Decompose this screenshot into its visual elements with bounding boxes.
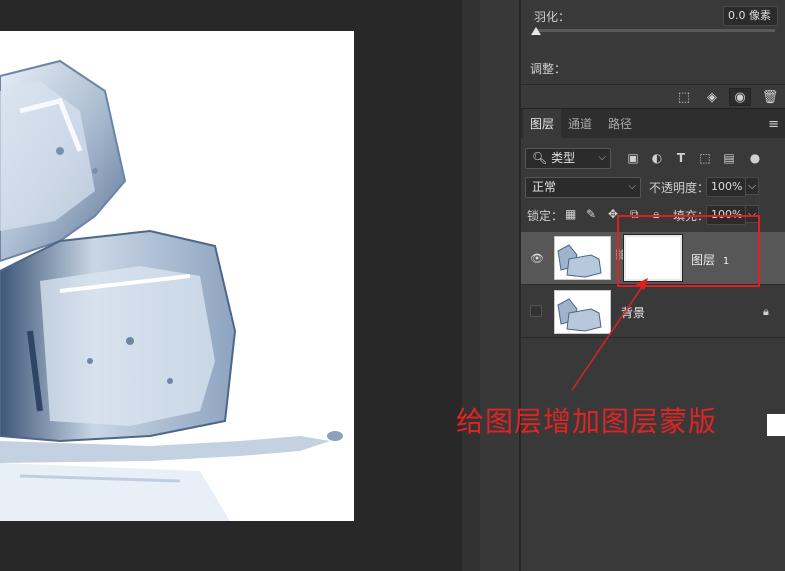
blend-mode-value: 正常 [532,180,557,194]
document-canvas[interactable] [0,31,354,521]
annotation-text: 给图层增加图层蒙版 [456,405,718,438]
panel-dock-gutter [480,0,520,571]
smart-object-filter-icon[interactable]: ▤ [721,150,737,166]
visibility-eye-icon[interactable]: 👁︎ [530,252,544,266]
feather-label: 羽化： [534,10,571,24]
layer-filter-select[interactable]: 🔍︎ 类型 ⌵ [525,148,611,169]
search-icon: 🔍︎ [532,151,548,165]
opacity-input[interactable]: 100% [706,177,746,197]
trash-icon[interactable]: 🗑 [759,88,781,106]
annotation-arrow [571,278,648,391]
feather-input[interactable]: 0.0 像素 [723,6,778,26]
tab-paths[interactable]: 路径 [601,109,639,139]
chevron-down-icon: ⌵ [628,181,636,192]
blend-mode-select[interactable]: 正常 ⌵ [525,177,641,198]
type-filter-icon[interactable]: T [673,150,689,166]
shape-filter-icon[interactable]: ⬚ [697,150,713,166]
pixel-filter-icon[interactable]: ▣ [625,150,641,166]
filter-toggle-icon[interactable]: ● [747,150,763,166]
lock-paint-icon[interactable]: ✎ [586,207,596,221]
panel-menu-icon[interactable]: ≡ [768,117,779,132]
adjustment-filter-icon[interactable]: ◐ [649,150,665,166]
feather-slider-thumb[interactable] [531,27,541,35]
canvas-scroll-gutter [462,0,480,571]
selection-icon[interactable]: ⬚ [673,88,695,106]
visibility-icon[interactable]: ◉ [729,88,751,106]
lock-transparent-icon[interactable]: ▦ [565,207,576,221]
lock-icon: 🔒︎ [763,305,769,318]
layers-panel-tabs: 图层 通道 路径 ≡ [521,108,785,139]
adjust-label: 调整： [530,62,567,76]
opacity-dropdown-button[interactable]: ⌵ [745,177,759,195]
tab-layers[interactable]: 图层 [523,109,562,139]
mask-properties-toolbar: ⬚ ◈ ◉ 🗑 [521,84,785,108]
tab-channels[interactable]: 通道 [561,109,599,139]
chevron-down-icon: ⌵ [598,152,606,163]
visibility-empty-box[interactable] [530,305,542,317]
lock-label: 锁定： [527,209,564,223]
feather-slider-track[interactable] [535,29,775,32]
ice-cubes-image [0,31,354,521]
edge-clipped-thumbnail [767,414,785,436]
filter-kind-value: 类型 [551,151,576,165]
opacity-label: 不透明度： [649,181,710,195]
mask-apply-icon[interactable]: ◈ [701,88,723,106]
